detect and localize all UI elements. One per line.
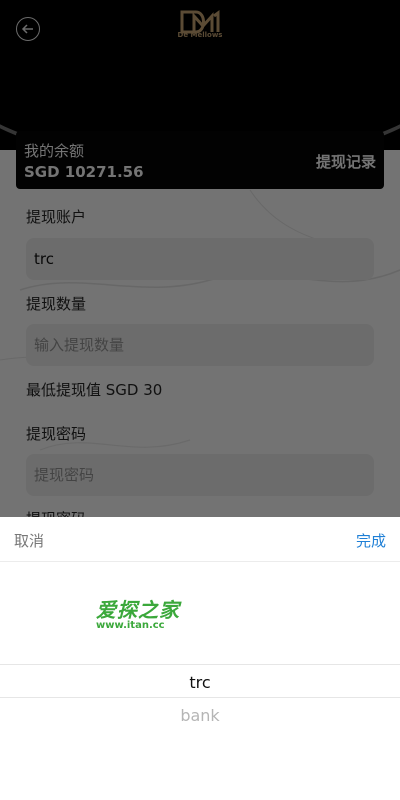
account-picker: 取消 完成 爱探之家 www.itan.cc trc bank [0, 517, 400, 800]
picker-selection-top-line [0, 664, 400, 665]
picker-cancel-button[interactable]: 取消 [14, 530, 44, 551]
picker-done-button[interactable]: 完成 [356, 530, 386, 551]
picker-option-bank[interactable]: bank [0, 706, 400, 725]
watermark-main-text: 爱探之家 [96, 598, 180, 622]
withdraw-page: De Mellows 我的余额 SGD 10271.56 提现记录 提现账户 t… [0, 0, 400, 800]
picker-toolbar: 取消 完成 [0, 517, 400, 562]
picker-option-trc[interactable]: trc [0, 673, 400, 692]
picker-selection-bottom-line [0, 697, 400, 698]
watermark-url-text: www.itan.cc [96, 620, 165, 631]
watermark-logo: 爱探之家 www.itan.cc [82, 594, 202, 636]
